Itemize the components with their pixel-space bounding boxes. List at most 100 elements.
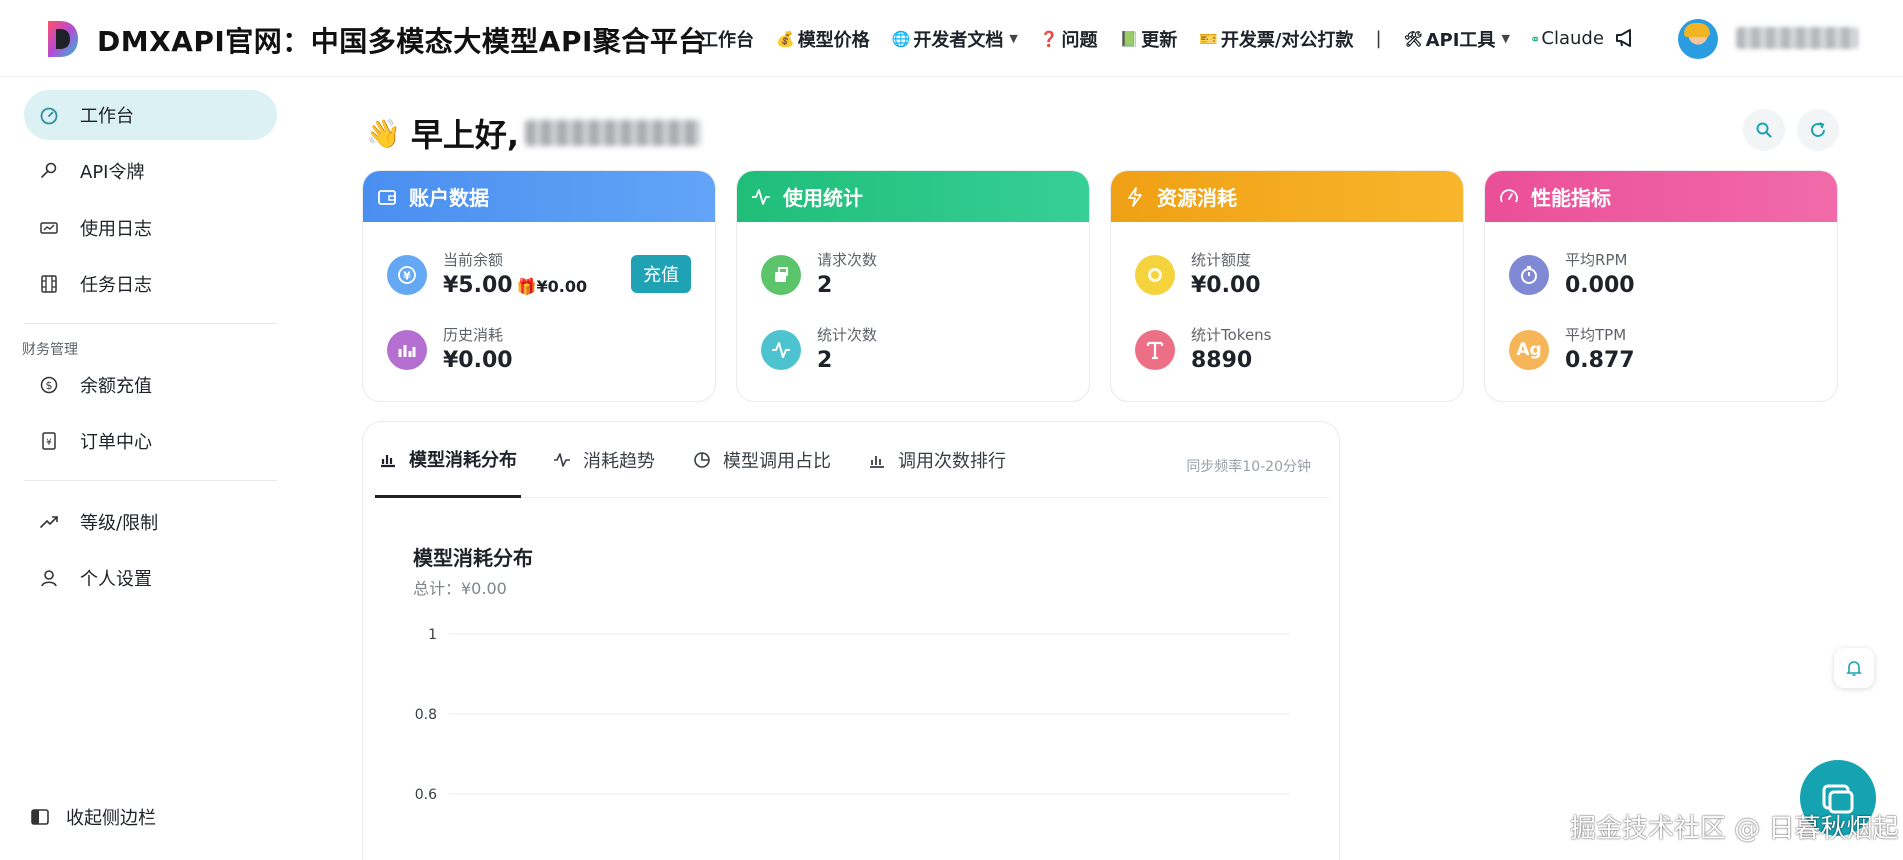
sidebar-item-recharge[interactable]: $ 余额充值: [24, 360, 277, 410]
sidebar-item-label: 使用日志: [80, 219, 152, 240]
nav-workbench[interactable]: 工作台: [700, 26, 754, 52]
card-resource-consumption: 资源消耗 统计额度 ¥0.00 统计Tokens 8890: [1110, 170, 1464, 402]
stat-label: 历史消耗: [443, 326, 504, 344]
recharge-button[interactable]: 充值: [631, 255, 691, 293]
sidebar: 工作台 API令牌 使用日志 任务日志 财务管理 $ 余额充值 ¥ 订单中心 等…: [0, 77, 300, 860]
stat-label: 平均TPM: [1565, 326, 1627, 344]
greeting: 👋 早上好,: [366, 110, 702, 156]
card-usage-stats: 使用统计 请求次数 2 统计次数 2: [736, 170, 1090, 402]
stat-label: 统计额度: [1191, 251, 1252, 269]
card-header: 账户数据: [363, 171, 715, 222]
nav-label: Claude: [1541, 28, 1604, 49]
nav-label: 工作台: [700, 29, 754, 51]
sidebar-item-label: 个人设置: [80, 569, 152, 590]
nav-claude[interactable]: Claude: [1532, 28, 1604, 49]
order-icon: ¥: [38, 430, 60, 452]
refresh-button[interactable]: [1797, 109, 1839, 151]
stat-value: 0.000: [1565, 273, 1635, 298]
claude-link-icon: [1532, 36, 1539, 41]
timer-icon: [1509, 255, 1549, 295]
nav-label: 问题: [1061, 29, 1098, 51]
sidebar-divider: [24, 323, 277, 324]
svg-text:¥: ¥: [46, 438, 52, 448]
sidebar-item-api-token[interactable]: API令牌: [24, 146, 277, 196]
sidebar-divider: [24, 480, 277, 481]
collapse-sidebar-button[interactable]: 收起侧边栏: [30, 804, 156, 830]
chart-plot-area: 1 0.8 0.6: [415, 627, 1289, 803]
dashboard-icon: [38, 104, 60, 126]
coin-icon: [1135, 255, 1175, 295]
tools-icon: 🛠: [1403, 29, 1423, 48]
sidebar-item-label: 余额充值: [80, 376, 152, 397]
stat-avg-rpm: 平均RPM 0.000: [1509, 251, 1635, 298]
gift-balance: 🎁¥0.00: [516, 277, 588, 296]
book-icon: 📗: [1119, 29, 1139, 48]
sidebar-item-label: 订单中心: [80, 432, 152, 453]
search-button[interactable]: [1743, 109, 1785, 151]
nav-invoice[interactable]: 🎫 开发票/对公打款: [1199, 26, 1353, 52]
nav-label: 开发票/对公打款: [1220, 29, 1354, 51]
card-account-data: 账户数据 ¥ 当前余额 ¥5.00 🎁¥0.00 充值 历史消耗 ¥0.00: [362, 170, 716, 402]
film-icon: [38, 273, 60, 295]
sidebar-item-workbench[interactable]: 工作台: [24, 90, 277, 140]
sidebar-toggle-icon: [31, 809, 49, 825]
stat-statistic-count: 统计次数 2: [761, 326, 877, 373]
avatar[interactable]: [1678, 19, 1718, 59]
wave-icon: 👋: [366, 116, 401, 150]
stat-current-balance: ¥ 当前余额 ¥5.00 🎁¥0.00: [387, 251, 587, 298]
card-performance: 性能指标 平均RPM 0.000 Ag 平均TPM 0.877: [1484, 170, 1838, 402]
chart-panel: 模型消耗分布 消耗趋势 模型调用占比 调用次数排行 同步频率10-20分钟 模型…: [362, 421, 1340, 860]
nav-label: 开发者文档: [913, 29, 1004, 51]
sidebar-item-personal-settings[interactable]: 个人设置: [24, 553, 277, 603]
yen-icon: ¥: [387, 255, 427, 295]
question-icon: ❓: [1039, 29, 1059, 48]
megaphone-icon[interactable]: [1614, 26, 1638, 50]
card-title: 资源消耗: [1157, 186, 1237, 210]
trend-icon: [38, 511, 60, 533]
user-icon: [38, 567, 60, 589]
nav-developer-docs[interactable]: 🌐 开发者文档 ▼: [892, 26, 1018, 52]
dmxapi-logo-icon[interactable]: [44, 19, 80, 59]
stat-value: 0.877: [1565, 348, 1635, 373]
sidebar-item-usage-log[interactable]: 使用日志: [24, 203, 277, 253]
watermark: 掘金技术社区 @ 日暮秋烟起: [1570, 814, 1899, 844]
sidebar-item-orders[interactable]: ¥ 订单中心: [24, 416, 277, 466]
pulse-icon: [752, 188, 770, 205]
money-bag-icon: 💰: [776, 29, 795, 48]
stat-label: 统计次数: [817, 326, 878, 344]
stat-value: 8890: [1191, 348, 1253, 373]
nav-updates[interactable]: 📗 更新: [1120, 26, 1178, 52]
nav-api-tools[interactable]: 🛠 API工具 ▼: [1404, 26, 1510, 52]
sidebar-item-label: 任务日志: [80, 275, 152, 296]
card-title: 使用统计: [783, 186, 863, 210]
stat-value: 2: [817, 348, 833, 373]
stat-history-consumption: 历史消耗 ¥0.00: [387, 326, 513, 373]
svg-text:¥: ¥: [403, 270, 411, 283]
stat-request-count: 请求次数 2: [761, 251, 877, 298]
nav-label: API工具: [1425, 29, 1496, 51]
send-icon: [761, 255, 801, 295]
collapse-label: 收起侧边栏: [66, 808, 156, 829]
chevron-down-icon: ▼: [1009, 32, 1018, 45]
card-header: 资源消耗: [1111, 171, 1463, 222]
svg-text:$: $: [46, 379, 53, 392]
stat-label: 请求次数: [817, 251, 878, 269]
stat-label: 平均RPM: [1565, 251, 1628, 269]
username-blurred[interactable]: [1736, 27, 1858, 49]
greeting-text: 早上好,: [410, 116, 520, 154]
sidebar-group-finance: 财务管理: [22, 342, 78, 358]
sidebar-item-label: 工作台: [80, 106, 134, 127]
stat-label: 当前余额: [443, 251, 504, 269]
search-icon: [1756, 122, 1772, 138]
nav-model-price[interactable]: 💰 模型价格: [776, 26, 870, 52]
nav-questions[interactable]: ❓ 问题: [1040, 26, 1098, 52]
stat-avg-tpm: Ag 平均TPM 0.877: [1509, 326, 1635, 373]
sidebar-item-task-log[interactable]: 任务日志: [24, 259, 277, 309]
balance-value: ¥5.00: [443, 273, 513, 298]
sidebar-item-label: API令牌: [80, 162, 145, 183]
log-icon: [38, 217, 60, 239]
chevron-down-icon: ▼: [1501, 32, 1510, 45]
notification-button[interactable]: [1834, 648, 1874, 688]
top-nav: 工作台 💰 模型价格 🌐 开发者文档 ▼ ❓ 问题 📗 更新 🎫 开发票/对公打款 | 🛠 A…: [700, 0, 1604, 77]
sidebar-item-level-limit[interactable]: 等级/限制: [24, 497, 277, 547]
